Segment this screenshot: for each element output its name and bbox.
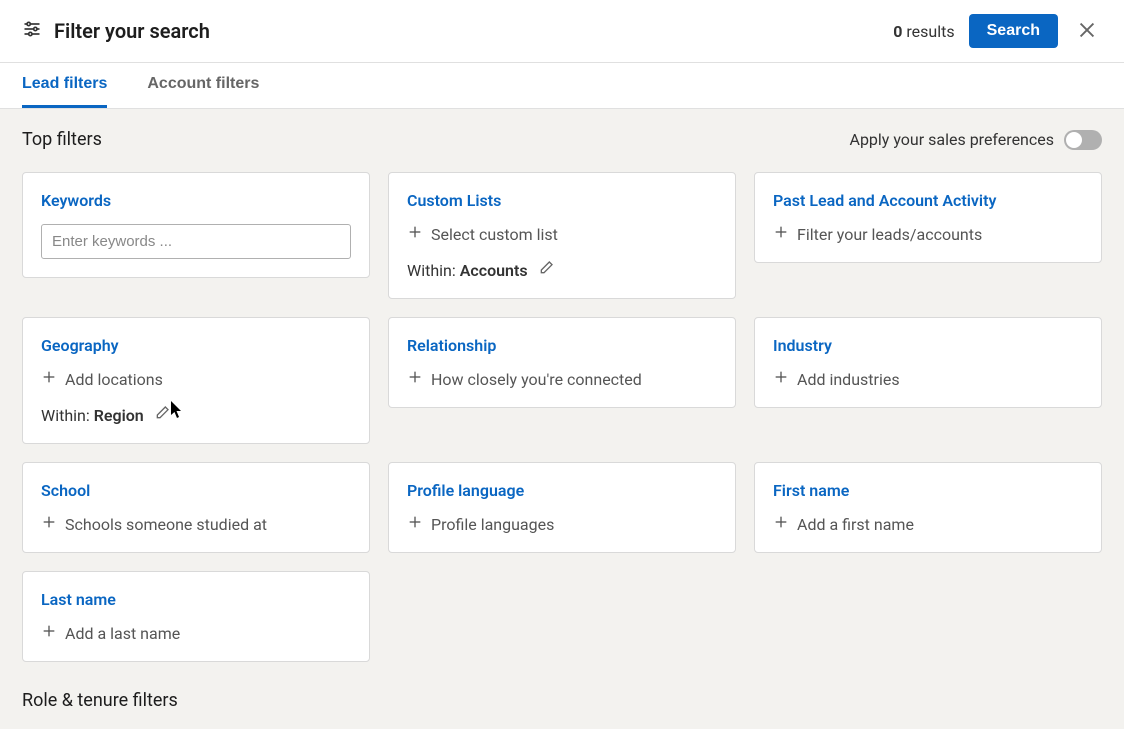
- within-value: Region: [94, 406, 144, 425]
- preferences-toggle[interactable]: [1064, 130, 1102, 150]
- geography-action-label: Add locations: [65, 370, 163, 389]
- custom-lists-action-label: Select custom list: [431, 225, 558, 244]
- plus-icon: [41, 514, 57, 534]
- plus-icon: [407, 514, 423, 534]
- last-name-action-label: Add a last name: [65, 624, 180, 643]
- card-title-keywords: Keywords: [41, 191, 351, 210]
- industry-action[interactable]: Add industries: [773, 369, 900, 389]
- plus-icon: [773, 224, 789, 244]
- card-title-custom-lists: Custom Lists: [407, 191, 717, 210]
- top-filters-title: Top filters: [22, 129, 102, 150]
- keywords-input[interactable]: [41, 224, 351, 259]
- plus-icon: [407, 369, 423, 389]
- card-last-name: Last name Add a last name: [22, 571, 370, 662]
- plus-icon: [773, 514, 789, 534]
- geography-action[interactable]: Add locations: [41, 369, 163, 389]
- profile-language-action[interactable]: Profile languages: [407, 514, 554, 534]
- card-geography: Geography Add locations Within: Region: [22, 317, 370, 444]
- close-icon: [1076, 19, 1098, 44]
- filter-header: Filter your search 0 results Search: [0, 0, 1124, 63]
- toggle-knob: [1066, 132, 1082, 148]
- card-first-name: First name Add a first name: [754, 462, 1102, 553]
- section-header: Top filters Apply your sales preferences: [22, 129, 1102, 150]
- results-text: 0 results: [893, 22, 954, 41]
- edit-icon[interactable]: [154, 405, 170, 425]
- filter-tabs: Lead filters Account filters: [0, 63, 1124, 109]
- within-label: Within:: [41, 406, 90, 425]
- select-custom-list-action[interactable]: Select custom list: [407, 224, 558, 244]
- role-tenure-title: Role & tenure filters: [22, 690, 1102, 711]
- card-title-last-name: Last name: [41, 590, 351, 609]
- filter-grid: Keywords Custom Lists Select custom list…: [22, 172, 1102, 662]
- plus-icon: [407, 224, 423, 244]
- filter-settings-icon: [22, 19, 42, 43]
- card-relationship: Relationship How closely you're connecte…: [388, 317, 736, 408]
- card-keywords: Keywords: [22, 172, 370, 278]
- last-name-action[interactable]: Add a last name: [41, 623, 180, 643]
- card-title-first-name: First name: [773, 481, 1083, 500]
- close-button[interactable]: [1072, 15, 1102, 48]
- school-action[interactable]: Schools someone studied at: [41, 514, 267, 534]
- header-right: 0 results Search: [893, 14, 1102, 48]
- first-name-action[interactable]: Add a first name: [773, 514, 914, 534]
- plus-icon: [41, 369, 57, 389]
- search-button[interactable]: Search: [969, 14, 1058, 48]
- header-left: Filter your search: [22, 19, 210, 43]
- preferences-toggle-group: Apply your sales preferences: [850, 130, 1103, 150]
- results-label: results: [906, 22, 954, 41]
- preferences-label: Apply your sales preferences: [850, 130, 1055, 149]
- card-title-profile-language: Profile language: [407, 481, 717, 500]
- card-title-school: School: [41, 481, 351, 500]
- relationship-action[interactable]: How closely you're connected: [407, 369, 642, 389]
- card-title-geography: Geography: [41, 336, 351, 355]
- page-title: Filter your search: [54, 19, 210, 43]
- card-school: School Schools someone studied at: [22, 462, 370, 553]
- results-count: 0: [893, 22, 902, 41]
- relationship-action-label: How closely you're connected: [431, 370, 642, 389]
- custom-lists-within: Within: Accounts: [407, 260, 717, 280]
- first-name-action-label: Add a first name: [797, 515, 914, 534]
- tab-account-filters[interactable]: Account filters: [147, 63, 259, 108]
- card-profile-language: Profile language Profile languages: [388, 462, 736, 553]
- plus-icon: [41, 623, 57, 643]
- within-label: Within:: [407, 261, 456, 280]
- geography-within: Within: Region: [41, 405, 351, 425]
- filter-content: Top filters Apply your sales preferences…: [0, 109, 1124, 729]
- card-title-industry: Industry: [773, 336, 1083, 355]
- past-activity-action-label: Filter your leads/accounts: [797, 225, 982, 244]
- card-custom-lists: Custom Lists Select custom list Within: …: [388, 172, 736, 299]
- school-action-label: Schools someone studied at: [65, 515, 267, 534]
- profile-language-action-label: Profile languages: [431, 515, 554, 534]
- card-past-activity: Past Lead and Account Activity Filter yo…: [754, 172, 1102, 263]
- within-value: Accounts: [460, 261, 528, 280]
- plus-icon: [773, 369, 789, 389]
- card-title-past-activity: Past Lead and Account Activity: [773, 191, 1083, 210]
- card-title-relationship: Relationship: [407, 336, 717, 355]
- card-industry: Industry Add industries: [754, 317, 1102, 408]
- tab-lead-filters[interactable]: Lead filters: [22, 63, 107, 108]
- edit-icon[interactable]: [538, 260, 554, 280]
- industry-action-label: Add industries: [797, 370, 900, 389]
- past-activity-action[interactable]: Filter your leads/accounts: [773, 224, 982, 244]
